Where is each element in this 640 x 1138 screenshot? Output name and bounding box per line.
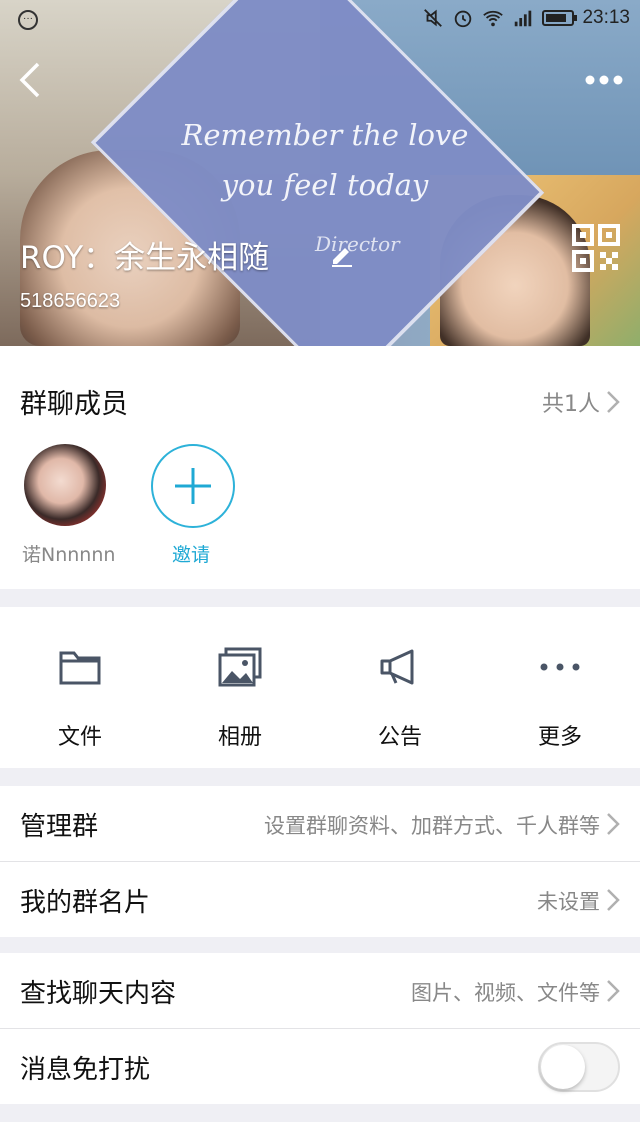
members-section: 群聊成员 共1人 诺Nnnnnn 邀请	[0, 346, 640, 589]
back-arrow-icon[interactable]	[10, 58, 50, 102]
tool-files-label: 文件	[57, 725, 102, 750]
member-name: 诺Nnnnnn	[22, 544, 116, 566]
chevron-right-icon	[607, 813, 620, 835]
group-name[interactable]: ROY：余生永相随	[20, 232, 269, 277]
do-not-disturb-row: 消息免打扰	[0, 1029, 640, 1104]
group-card-value: 未设置	[537, 890, 600, 914]
megaphone-icon	[380, 649, 414, 685]
qr-code-icon[interactable]	[572, 224, 620, 272]
members-count[interactable]: 共1人	[542, 386, 600, 418]
status-icons: 23:13	[422, 7, 630, 29]
search-chat-value: 图片、视频、文件等	[411, 981, 600, 1005]
edit-pencil-icon[interactable]	[328, 240, 356, 268]
mute-icon	[424, 9, 443, 27]
invite-button[interactable]	[151, 444, 235, 528]
do-not-disturb-label: 消息免打扰	[20, 1055, 151, 1085]
group-card-label: 我的群名片	[20, 888, 151, 918]
plus-icon	[175, 468, 211, 504]
tool-more[interactable]: 更多	[480, 607, 640, 768]
status-bar: ··· 23:13	[0, 0, 640, 40]
search-chat-row[interactable]: 查找聊天内容 图片、视频、文件等	[0, 953, 640, 1028]
manage-group-label: 管理群	[20, 812, 99, 842]
tool-album-label: 相册	[217, 725, 262, 750]
battery-icon	[542, 10, 578, 26]
chat-notification-icon: ···	[18, 10, 38, 30]
signal-icon	[515, 10, 532, 27]
chevron-right-icon[interactable]	[606, 390, 620, 414]
chevron-right-icon	[607, 980, 620, 1002]
more-dots-icon	[540, 663, 580, 671]
manage-group-row[interactable]: 管理群 设置群聊资料、加群方式、千人群等	[0, 786, 640, 861]
alarm-icon	[455, 10, 472, 28]
member-avatar[interactable]	[24, 444, 106, 526]
do-not-disturb-toggle[interactable]	[538, 1042, 620, 1092]
tool-announcement-label: 公告	[377, 725, 422, 750]
wifi-icon	[483, 10, 504, 27]
manage-group-value: 设置群聊资料、加群方式、千人群等	[264, 814, 600, 838]
group-id: 518656623	[20, 290, 121, 312]
members-title: 群聊成员	[20, 389, 128, 420]
chevron-right-icon	[607, 889, 620, 911]
next-row-partial	[0, 1122, 640, 1138]
tool-more-label: 更多	[537, 725, 582, 750]
status-time: 23:13	[582, 7, 630, 28]
search-chat-label: 查找聊天内容	[20, 979, 177, 1009]
invite-label: 邀请	[172, 544, 211, 566]
banner-quote: Remember the love you feel today	[181, 118, 469, 202]
tool-announcement[interactable]: 公告	[320, 607, 480, 768]
folder-icon	[59, 651, 101, 685]
tool-files[interactable]: 文件	[0, 607, 160, 768]
more-options-icon[interactable]	[582, 66, 626, 94]
group-card-row[interactable]: 我的群名片 未设置	[0, 862, 640, 937]
tools-section: 文件 相册 公告 更多	[0, 607, 640, 768]
album-icon	[218, 647, 262, 687]
tool-album[interactable]: 相册	[160, 607, 320, 768]
toggle-knob	[541, 1045, 585, 1089]
